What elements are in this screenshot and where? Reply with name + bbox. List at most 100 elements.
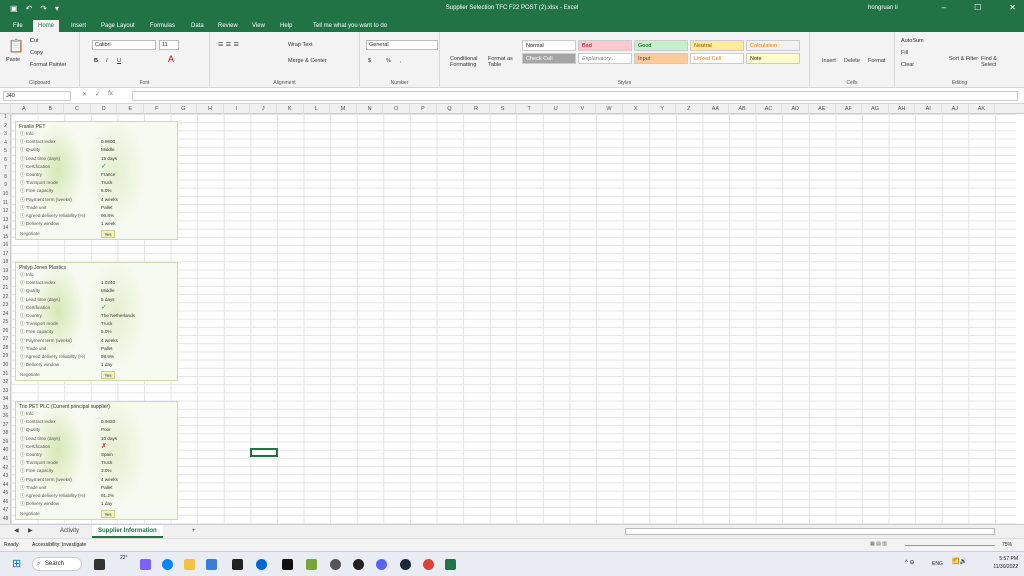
column-header[interactable]: E [117,104,144,114]
row-header[interactable]: 11 [0,200,11,206]
edge-icon[interactable] [162,559,173,570]
style-input[interactable]: Input [634,53,688,64]
tab-page-layout[interactable]: Page Layout [96,20,140,32]
app-icon[interactable] [376,559,387,570]
tab-home[interactable]: Home [33,20,60,32]
style-check-cell[interactable]: Check Cell [522,53,576,64]
row-header[interactable]: 10 [0,191,11,197]
merge-center-button[interactable]: Merge & Center [288,58,327,64]
row-header[interactable]: 22 [0,294,11,300]
sheet-tab-activity[interactable]: Activity [54,525,85,538]
column-header[interactable]: AC [756,104,783,114]
wrap-text-button[interactable]: Wrap Text [288,42,313,48]
style-neutral[interactable]: Neutral [690,40,744,51]
row-header[interactable]: 33 [0,388,11,394]
app-icon[interactable] [256,559,267,570]
row-header[interactable]: 13 [0,217,11,223]
column-header[interactable]: K [277,104,304,114]
row-header[interactable]: 35 [0,405,11,411]
comma-button[interactable]: , [400,58,402,64]
fx-icon[interactable]: fx [108,91,113,98]
column-header[interactable]: P [410,104,437,114]
steam-icon[interactable] [400,559,411,570]
column-header[interactable]: X [623,104,650,114]
column-header[interactable]: T [516,104,543,114]
tab-formulas[interactable]: Formulas [145,20,180,32]
column-header[interactable]: I [224,104,251,114]
style-bad[interactable]: Bad [578,40,632,51]
store-icon[interactable] [206,559,217,570]
format-painter-button[interactable]: Format Painter [30,62,66,68]
column-header[interactable]: AK [969,104,996,114]
app-icon[interactable] [282,559,293,570]
row-header[interactable]: 37 [0,422,11,428]
row-header[interactable]: 9 [0,182,11,188]
task-view-icon[interactable] [94,559,105,570]
chat-icon[interactable] [140,559,151,570]
column-header[interactable]: AJ [942,104,969,114]
row-header[interactable]: 45 [0,490,11,496]
tab-review[interactable]: Review [213,20,243,32]
row-header[interactable]: 1 [0,114,11,120]
column-header[interactable]: V [570,104,597,114]
style-good[interactable]: Good [634,40,688,51]
column-header[interactable]: AD [782,104,809,114]
row-header[interactable]: 34 [0,396,11,402]
delete-cells-button[interactable]: Delete [844,58,860,64]
add-sheet-button[interactable]: + [186,525,202,538]
network-volume-icon[interactable]: 📶🔊 [952,558,967,565]
row-header[interactable]: 14 [0,225,11,231]
formula-input[interactable] [132,91,1018,101]
column-header[interactable]: AF [836,104,863,114]
column-header[interactable]: AI [915,104,942,114]
chrome-icon[interactable] [423,559,434,570]
cut-button[interactable]: Cut [30,38,39,44]
sheet-tab-supplier-information[interactable]: Supplier Information [92,525,163,538]
nav-next-icon[interactable]: ▶ [22,525,39,538]
clock-time[interactable]: 5:57 PM [984,556,1018,562]
horizontal-scrollbar[interactable] [625,528,995,535]
column-header[interactable]: O [383,104,410,114]
row-header[interactable]: 18 [0,259,11,265]
column-header[interactable]: W [596,104,623,114]
excel-icon[interactable] [445,559,456,570]
format-as-table-button[interactable]: Format as Table [488,56,520,68]
app-icon[interactable] [306,559,317,570]
column-header[interactable]: H [197,104,224,114]
column-header[interactable]: Y [649,104,676,114]
column-header[interactable]: D [91,104,118,114]
style-normal[interactable]: Normal [522,40,576,51]
row-header[interactable]: 29 [0,353,11,359]
autosum-button[interactable]: AutoSum [901,38,924,44]
insert-cells-button[interactable]: Insert [822,58,836,64]
row-header[interactable]: 32 [0,379,11,385]
column-header[interactable]: M [330,104,357,114]
cancel-icon[interactable]: ✕ [82,91,87,98]
font-name-select[interactable]: Calibri [92,40,156,50]
clock-date[interactable]: 11/30/2022 [984,564,1018,570]
row-header[interactable]: 30 [0,362,11,368]
column-header[interactable]: AG [862,104,889,114]
style-calculation[interactable]: Calculation [746,40,800,51]
view-buttons[interactable]: ▦ ▤ ▥ [870,541,887,547]
language-indicator[interactable]: ENG [932,561,943,567]
worksheet-grid[interactable]: Franlin PET ⓘ Info ⓘ Contract index 0.9800 ⓘ… [11,114,1016,524]
fill-button[interactable]: Fill [901,50,908,56]
bold-button[interactable]: B [94,58,98,64]
style-explanatory[interactable]: Explanatory... [578,53,632,64]
row-header[interactable]: 46 [0,499,11,505]
app-icon[interactable] [353,559,364,570]
row-header[interactable]: 28 [0,345,11,351]
column-header[interactable]: Z [676,104,703,114]
row-header[interactable]: 7 [0,165,11,171]
negotiate-yes-button[interactable]: Yes [101,230,115,239]
find-select-button[interactable]: Find & Select [981,56,1011,68]
zoom-level[interactable]: 75% [1002,542,1012,548]
row-header[interactable]: 24 [0,311,11,317]
weather-widget[interactable]: 22° [120,555,128,561]
name-box[interactable]: J40 [3,91,71,101]
close-icon[interactable]: ✕ [1009,3,1016,12]
style-note[interactable]: Note [746,53,800,64]
column-header[interactable]: U [543,104,570,114]
row-header[interactable]: 25 [0,319,11,325]
